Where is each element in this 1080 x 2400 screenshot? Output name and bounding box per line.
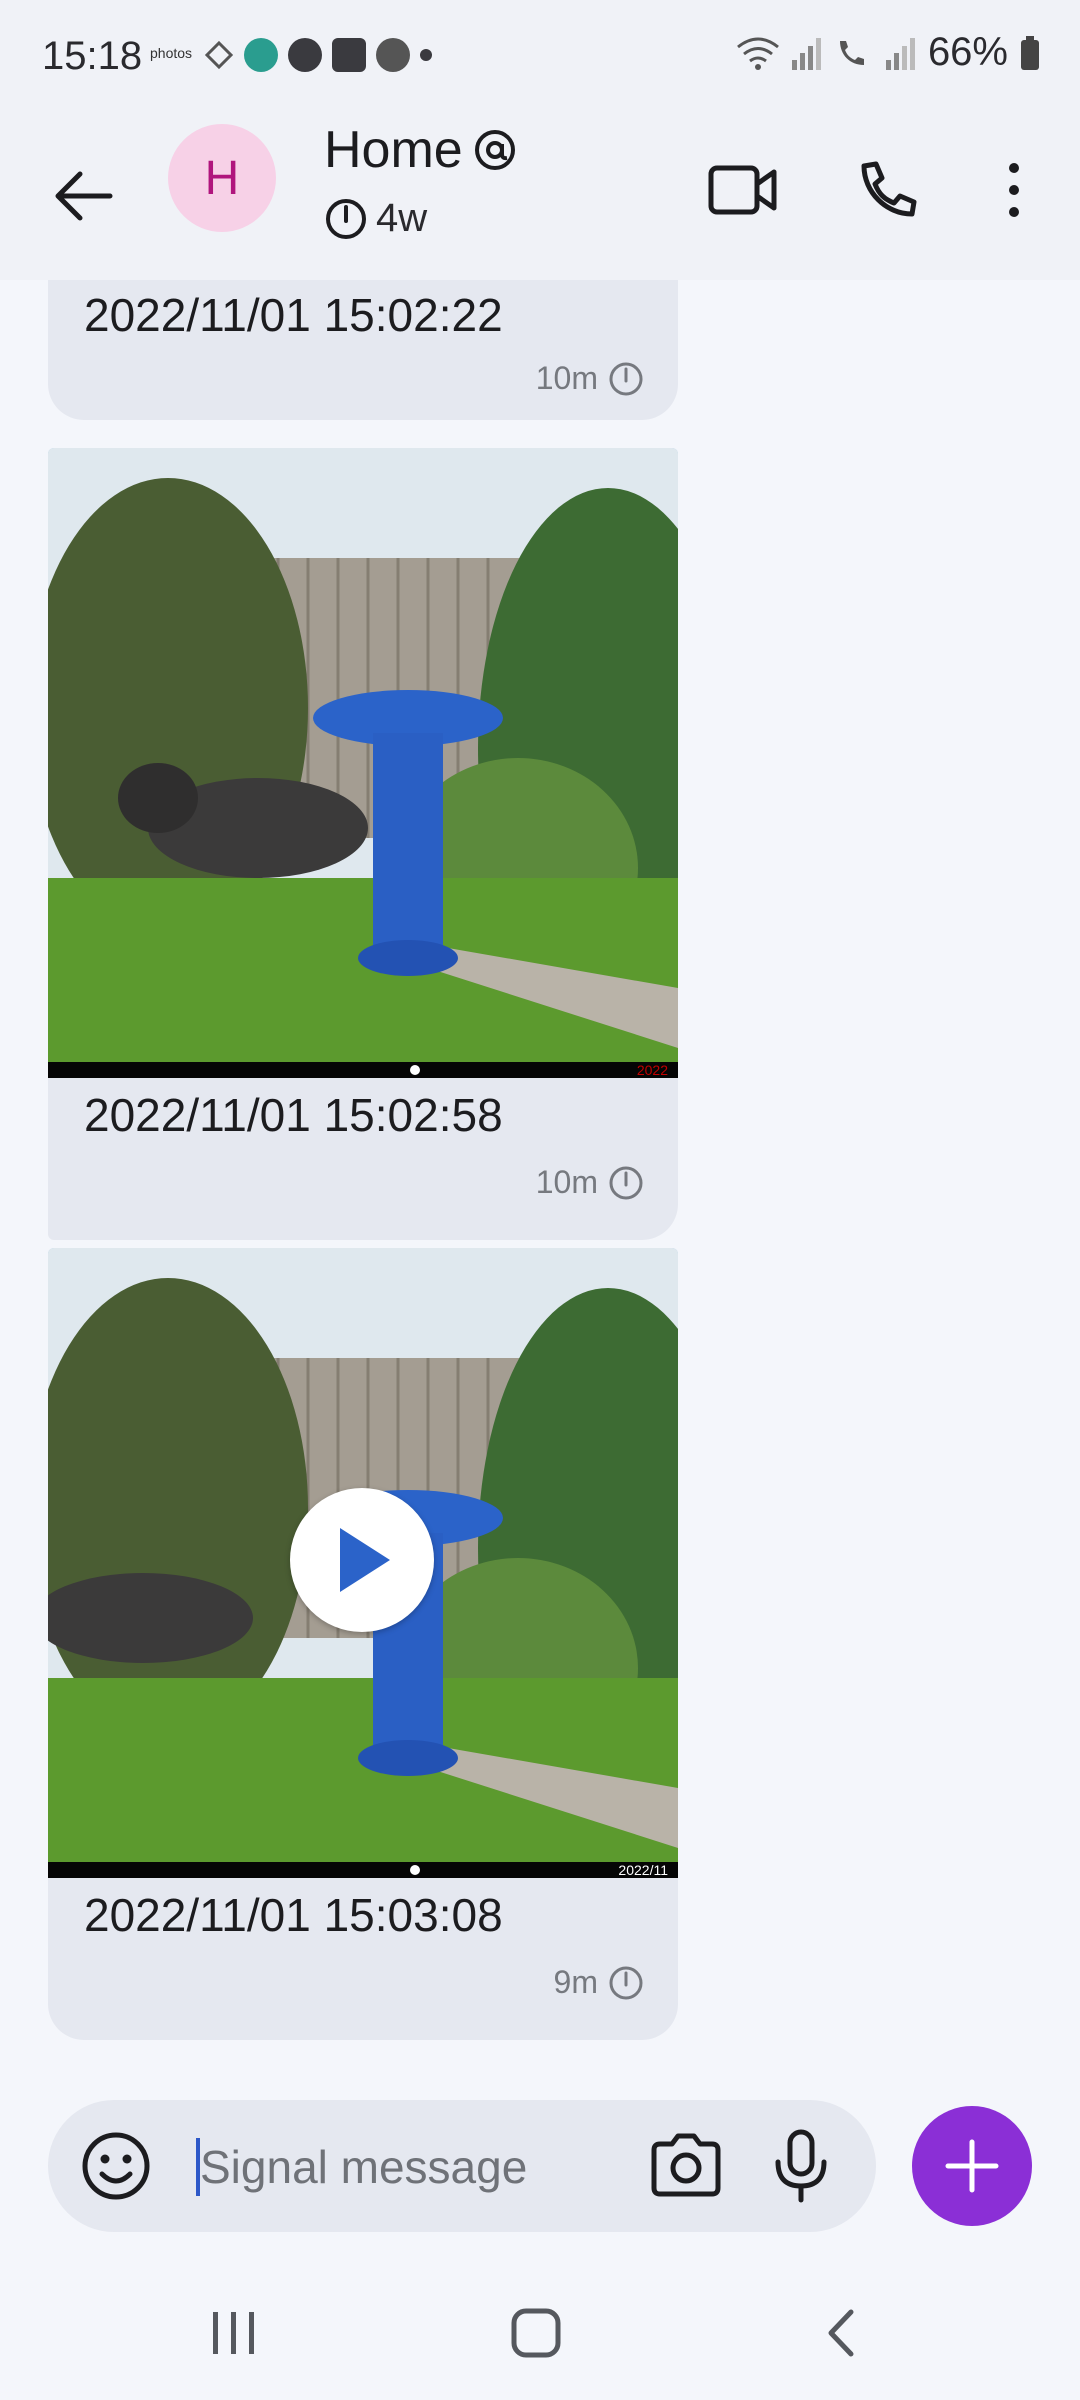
timer-label: 4w — [376, 196, 428, 240]
microphone-icon — [775, 2129, 827, 2203]
video-call-button[interactable] — [703, 150, 783, 230]
weather-icon — [376, 38, 410, 72]
more-vertical-icon — [1009, 163, 1019, 217]
message-age: 9m — [553, 1964, 598, 2000]
message-input[interactable] — [198, 2120, 662, 2214]
arrow-left-icon — [55, 171, 113, 221]
conversation-header: H Home 4w — [0, 120, 1080, 280]
home-button[interactable] — [496, 2300, 576, 2366]
timer-icon — [609, 1166, 643, 1199]
signal-icon — [885, 37, 915, 70]
play-icon — [340, 1528, 390, 1592]
disappearing-timer: 4w — [324, 196, 427, 241]
timer-icon — [609, 362, 643, 395]
back-icon — [828, 2309, 854, 2357]
conversation-list[interactable]: 2022/11/01 15:02:22 10m 2022 2022/11/01 … — [0, 280, 1080, 2080]
camera-button[interactable] — [648, 2128, 724, 2204]
s-app-icon — [288, 38, 322, 72]
message-bubble[interactable]: 2022/11 2022/11/01 15:03:08 9m — [48, 1248, 678, 2040]
more-dot-icon — [420, 49, 432, 61]
message-meta: 9m — [554, 1964, 644, 2001]
plus-icon — [945, 2139, 999, 2193]
attach-button[interactable] — [912, 2106, 1032, 2226]
chat-title: Home — [324, 121, 463, 179]
phone-icon — [861, 161, 917, 217]
emoji-button[interactable] — [80, 2130, 152, 2202]
wifi-icon — [737, 37, 779, 70]
microphone-button[interactable] — [770, 2128, 832, 2204]
message-bubble[interactable]: 2022/11/01 15:02:22 10m — [48, 280, 678, 420]
play-button[interactable] — [290, 1488, 434, 1632]
garden-photo: 2022 — [48, 448, 678, 1078]
media-overlay-text: 2022 — [637, 1062, 668, 1078]
timer-icon — [609, 1966, 643, 1999]
message-bubble[interactable]: 2022 2022/11/01 15:02:58 10m — [48, 448, 678, 1240]
status-time: 15:18 — [42, 34, 143, 78]
avatar[interactable]: H — [168, 124, 276, 232]
voice-call-button[interactable] — [848, 150, 928, 230]
message-meta: 10m — [536, 360, 644, 397]
message-meta: 10m — [536, 1164, 644, 1201]
book-app-icon — [332, 38, 366, 72]
at-sign-icon — [474, 130, 515, 170]
notification-icons: photos — [150, 38, 432, 72]
battery-icon — [1021, 35, 1039, 70]
status-right: 66% — [736, 30, 1040, 75]
recents-button[interactable] — [194, 2300, 274, 2366]
message-text: 2022/11/01 15:02:58 — [84, 1089, 503, 1141]
system-navigation-bar — [0, 2260, 1080, 2400]
message-text: 2022/11/01 15:02:22 — [84, 289, 503, 341]
media-overlay-text: 2022/11 — [618, 1862, 668, 1878]
message-text: 2022/11/01 15:03:08 — [84, 1889, 503, 1941]
app-icon — [244, 38, 278, 72]
battery-percent: 66% — [927, 30, 1008, 74]
timer-icon — [326, 198, 366, 239]
chat-title-row[interactable]: Home — [324, 120, 517, 180]
dropbox-icon — [204, 40, 234, 70]
system-back-button[interactable] — [800, 2300, 880, 2366]
message-image[interactable]: 2022 — [48, 448, 678, 1078]
status-bar: 15:18 photos 66% — [0, 0, 1080, 120]
recents-icon — [213, 2312, 254, 2354]
message-composer — [48, 2100, 876, 2232]
emoji-icon — [82, 2132, 150, 2200]
message-age: 10m — [535, 1164, 598, 1200]
wifi-call-icon — [839, 40, 864, 65]
home-icon — [511, 2308, 561, 2358]
photos-icon: photos — [150, 45, 193, 61]
video-camera-icon — [708, 165, 777, 215]
message-video[interactable]: 2022/11 — [48, 1248, 678, 1878]
message-age: 10m — [535, 360, 598, 396]
signal-icon — [791, 37, 821, 70]
camera-icon — [651, 2133, 721, 2197]
more-options-button[interactable] — [974, 150, 1054, 230]
back-button[interactable] — [48, 160, 120, 232]
